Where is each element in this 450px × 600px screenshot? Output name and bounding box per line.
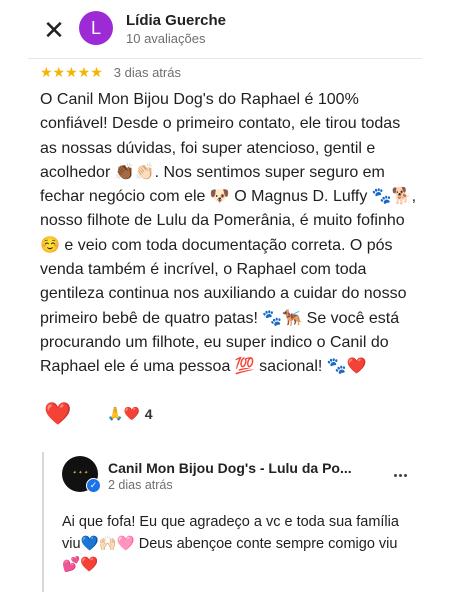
close-icon[interactable]: ✕ [40, 16, 68, 44]
rating-row: ★★★★★ 3 dias atrás [40, 63, 181, 81]
review-date: 3 dias atrás [113, 64, 181, 80]
reply-indent-bar [42, 452, 44, 592]
author-name[interactable]: Lídia Guerche [126, 12, 226, 29]
header-divider [28, 58, 422, 59]
owner-reply-text: Ai que fofa! Eu que agradeço a vc e toda… [62, 514, 399, 573]
star-rating: ★★★★★ [40, 63, 103, 80]
pray-heart-icons: 🙏❤️ [107, 406, 140, 421]
review-text: O Canil Mon Bijou Dog's do Raphael é 100… [40, 91, 417, 376]
author-review-count: 10 avaliações [126, 31, 206, 46]
review-header: ✕ L Lídia Guerche 10 avaliações [0, 0, 450, 58]
more-options-icon[interactable] [394, 464, 412, 477]
heart-reaction-icon[interactable]: ❤️ [44, 401, 71, 427]
reaction-count: 4 [144, 406, 153, 422]
reactions-bar: ❤️ 🙏❤️ 4 [44, 399, 153, 429]
avatar[interactable]: L [79, 11, 113, 45]
owner-reply: ✦ ✦ ✦ ✓ Canil Mon Bijou Dog's - Lulu da … [42, 452, 414, 592]
verified-badge-icon: ✓ [86, 478, 101, 493]
owner-reply-date: 2 dias atrás [108, 478, 173, 492]
owner-logo: ✦ ✦ ✦ [72, 470, 88, 476]
owner-name[interactable]: Canil Mon Bijou Dog's - Lulu da Po... [108, 460, 352, 476]
reaction-summary[interactable]: 🙏❤️ 4 [107, 406, 152, 422]
